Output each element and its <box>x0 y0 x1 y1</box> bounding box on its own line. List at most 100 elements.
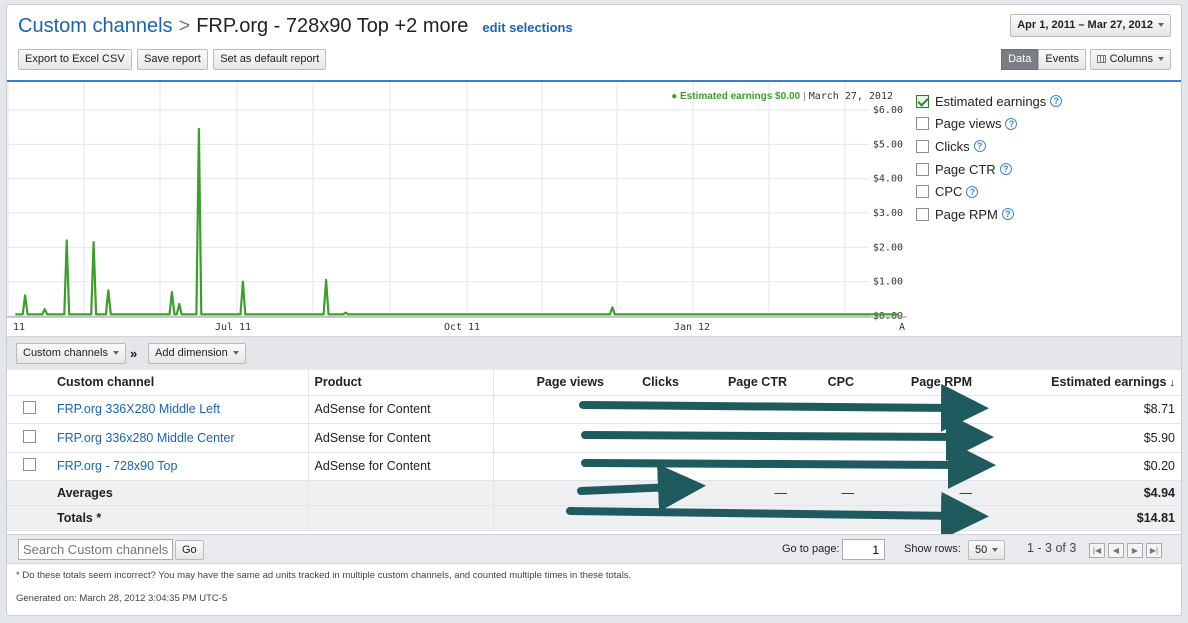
metric-option[interactable]: Page RPM? <box>916 203 1062 226</box>
row-checkbox[interactable] <box>23 458 36 472</box>
y-tick-label: $6.00 <box>873 105 903 116</box>
metric-option[interactable]: Page views? <box>916 113 1062 136</box>
search-go-button[interactable]: Go <box>175 540 204 560</box>
metric-checkbox[interactable] <box>916 139 929 153</box>
earnings-chart[interactable]: $6.00 $5.00 $4.00 $3.00 $2.00 $1.00 $0.00 11 Jul… <box>7 82 907 336</box>
metric-option[interactable]: CPC? <box>916 180 1062 203</box>
table-row: FRP.org 336X280 Middle Left AdSense for C… <box>7 395 1181 424</box>
metric-checkbox[interactable] <box>916 207 929 221</box>
y-tick-label: $2.00 <box>873 242 903 253</box>
metric-checkbox[interactable] <box>916 185 929 199</box>
generated-timestamp: Generated on: March 28, 2012 3:04:35 PM … <box>16 593 228 604</box>
date-range-picker[interactable]: Apr 1, 2011 – Mar 27, 2012 <box>1010 14 1171 37</box>
channel-link[interactable]: FRP.org - 728x90 Top <box>51 452 309 481</box>
first-page-icon[interactable]: |◀ <box>1089 543 1105 558</box>
page-title: FRP.org - 728x90 Top +2 more <box>196 15 469 37</box>
x-tick-label: A <box>899 322 905 333</box>
metric-checkbox[interactable] <box>916 117 929 131</box>
totals-row: Totals * $14.81 <box>7 505 1181 531</box>
totals-note: * Do these totals seem incorrect? You ma… <box>16 570 632 581</box>
cpc-cell <box>793 423 860 453</box>
channel-link[interactable]: FRP.org 336x280 Middle Center <box>51 423 309 453</box>
set-default-report-button[interactable]: Set as default report <box>213 49 327 70</box>
prev-page-icon[interactable]: ◀ <box>1108 543 1124 558</box>
col-header-earnings-label: Estimated earnings <box>1051 375 1167 390</box>
save-report-button[interactable]: Save report <box>137 49 208 70</box>
y-tick-label: $5.00 <box>873 139 903 150</box>
page-views-cell <box>493 423 610 453</box>
metric-checkbox[interactable] <box>916 162 929 176</box>
page-views-cell <box>493 505 610 531</box>
columns-label: Columns <box>1109 53 1153 65</box>
averages-label: Averages <box>51 480 309 506</box>
table-row: FRP.org 336x280 Middle Center AdSense for… <box>7 423 1181 453</box>
metric-option[interactable]: Page CTR? <box>916 158 1062 181</box>
show-rows-select[interactable]: 50 <box>968 540 1006 560</box>
row-checkbox[interactable] <box>23 429 36 443</box>
cpc-cell <box>793 452 860 481</box>
col-header-product[interactable]: Product <box>308 370 494 396</box>
columns-button[interactable]: Columns <box>1089 49 1171 70</box>
select-column-header <box>7 370 51 396</box>
dimension-toolbar: Custom channels » Add dimension <box>7 336 1181 370</box>
averages-row: Averages — — — $4.94 <box>7 480 1181 506</box>
table-header-row: Custom channel Product Page views Clicks… <box>7 370 1181 396</box>
chart-header: ● Estimated earnings $0.00 | March 27, 201… <box>671 91 893 102</box>
double-chevron-icon: » <box>130 346 138 361</box>
search-input[interactable] <box>18 539 173 560</box>
col-header-clicks[interactable]: Clicks <box>610 370 685 396</box>
report-panel: Custom channels > FRP.org - 728x90 Top +2 … <box>6 4 1182 616</box>
help-icon[interactable]: ? <box>1001 208 1014 221</box>
view-toggle: Data Events <box>1001 49 1086 70</box>
help-icon[interactable]: ? <box>1050 95 1063 108</box>
breadcrumb-parent-link[interactable]: Custom channels <box>18 15 173 37</box>
page-views-cell <box>493 395 610 424</box>
col-header-page-views[interactable]: Page views <box>493 370 610 396</box>
events-tab[interactable]: Events <box>1038 49 1086 70</box>
help-icon[interactable]: ? <box>999 163 1012 176</box>
metric-checkbox[interactable] <box>916 94 929 108</box>
earnings-cell: $4.94 <box>978 480 1181 506</box>
pagination-range: 1 - 3 of 3 <box>1027 541 1077 555</box>
custom-channels-dropdown[interactable]: Custom channels <box>16 343 126 364</box>
x-tick-label: Oct 11 <box>444 322 480 333</box>
goto-page-input[interactable] <box>842 539 885 560</box>
table-row: FRP.org - 728x90 Top AdSense for Content $… <box>7 452 1181 481</box>
help-icon[interactable]: ? <box>973 140 986 153</box>
col-header-channel[interactable]: Custom channel <box>51 370 309 396</box>
page-views-cell <box>493 452 610 481</box>
empty-cell <box>308 480 494 506</box>
page-ctr-cell: — <box>685 480 793 506</box>
metric-option[interactable]: Estimated earnings? <box>916 90 1063 113</box>
table-footer: Go Go to page: Show rows: 50 1 - 3 of 3 … <box>7 534 1181 564</box>
help-icon[interactable]: ? <box>1005 117 1018 130</box>
page-rpm-cell <box>860 395 978 424</box>
earnings-series-line <box>15 127 899 316</box>
row-checkbox[interactable] <box>23 401 36 415</box>
metric-option[interactable]: Clicks? <box>916 135 1062 158</box>
clicks-cell <box>610 452 685 481</box>
x-tick-label: 11 <box>13 322 25 333</box>
show-rows-label: Show rows: <box>904 543 961 555</box>
col-header-page-rpm[interactable]: Page RPM <box>860 370 978 396</box>
date-range-label: Apr 1, 2011 – Mar 27, 2012 <box>1017 19 1153 31</box>
chevron-down-icon <box>992 548 999 553</box>
chevron-down-icon <box>1158 57 1164 62</box>
edit-selections-link[interactable]: edit selections <box>482 20 572 35</box>
page-rpm-cell <box>860 505 978 531</box>
goto-page-label: Go to page: <box>782 543 840 555</box>
data-tab[interactable]: Data <box>1001 49 1039 70</box>
export-csv-button[interactable]: Export to Excel CSV <box>18 49 132 70</box>
row-select-cell <box>7 423 51 453</box>
add-dimension-dropdown[interactable]: Add dimension <box>148 343 246 364</box>
pagination-controls: |◀ ◀ ▶ ▶| <box>1086 542 1162 558</box>
last-page-icon[interactable]: ▶| <box>1146 543 1162 558</box>
col-header-cpc[interactable]: CPC <box>793 370 860 396</box>
col-header-earnings[interactable]: Estimated earnings ↓ <box>978 370 1181 396</box>
next-page-icon[interactable]: ▶ <box>1127 543 1143 558</box>
earnings-cell: $0.20 <box>978 452 1181 481</box>
metric-label: Clicks <box>935 138 970 154</box>
channel-link[interactable]: FRP.org 336X280 Middle Left <box>51 395 309 424</box>
help-icon[interactable]: ? <box>966 185 979 198</box>
col-header-page-ctr[interactable]: Page CTR <box>685 370 793 396</box>
